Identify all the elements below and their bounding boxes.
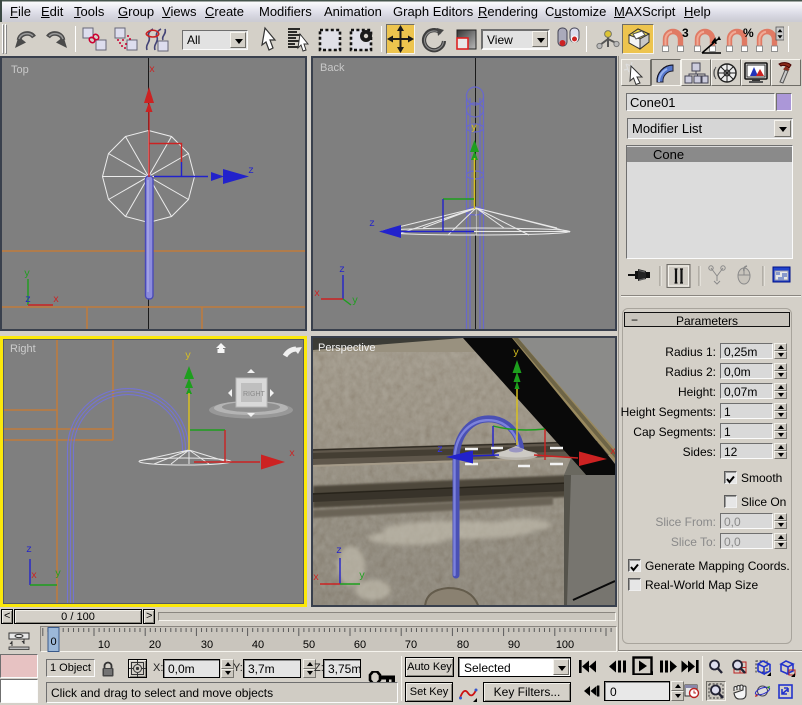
- svg-text:y: y: [471, 123, 477, 134]
- svg-text:y: y: [24, 269, 30, 280]
- svg-text:y: y: [55, 569, 61, 580]
- svg-text:x: x: [53, 295, 59, 306]
- svg-text:40: 40: [252, 639, 264, 651]
- svg-text:x: x: [313, 573, 319, 584]
- svg-text:z: z: [25, 295, 31, 306]
- svg-text:y: y: [359, 571, 365, 582]
- svg-text:60: 60: [354, 639, 366, 651]
- svg-text:z: z: [26, 545, 32, 556]
- svg-text:%: %: [743, 26, 754, 40]
- svg-text:80: 80: [457, 639, 469, 651]
- svg-text:20: 20: [149, 639, 161, 651]
- svg-text:70: 70: [405, 639, 417, 651]
- svg-text:100: 100: [556, 639, 574, 651]
- svg-text:x: x: [314, 289, 320, 300]
- svg-text:10: 10: [98, 639, 110, 651]
- svg-text:z: z: [339, 265, 345, 276]
- svg-text:z: z: [248, 166, 254, 177]
- svg-text:50: 50: [303, 639, 315, 651]
- svg-text:30: 30: [201, 639, 213, 651]
- svg-text:x: x: [149, 65, 155, 76]
- svg-text:RIGHT: RIGHT: [243, 391, 266, 398]
- svg-text:y: y: [513, 348, 519, 359]
- svg-text:z: z: [369, 219, 375, 230]
- svg-text:z: z: [437, 445, 443, 456]
- svg-text:x: x: [610, 447, 615, 458]
- svg-text:y: y: [352, 296, 358, 307]
- svg-text:y: y: [185, 351, 191, 362]
- svg-text:x: x: [31, 571, 37, 582]
- svg-text:90: 90: [508, 639, 520, 651]
- svg-text:z: z: [336, 546, 342, 557]
- svg-text:3: 3: [682, 26, 689, 40]
- svg-text:0: 0: [50, 636, 56, 648]
- svg-text:x: x: [289, 449, 295, 460]
